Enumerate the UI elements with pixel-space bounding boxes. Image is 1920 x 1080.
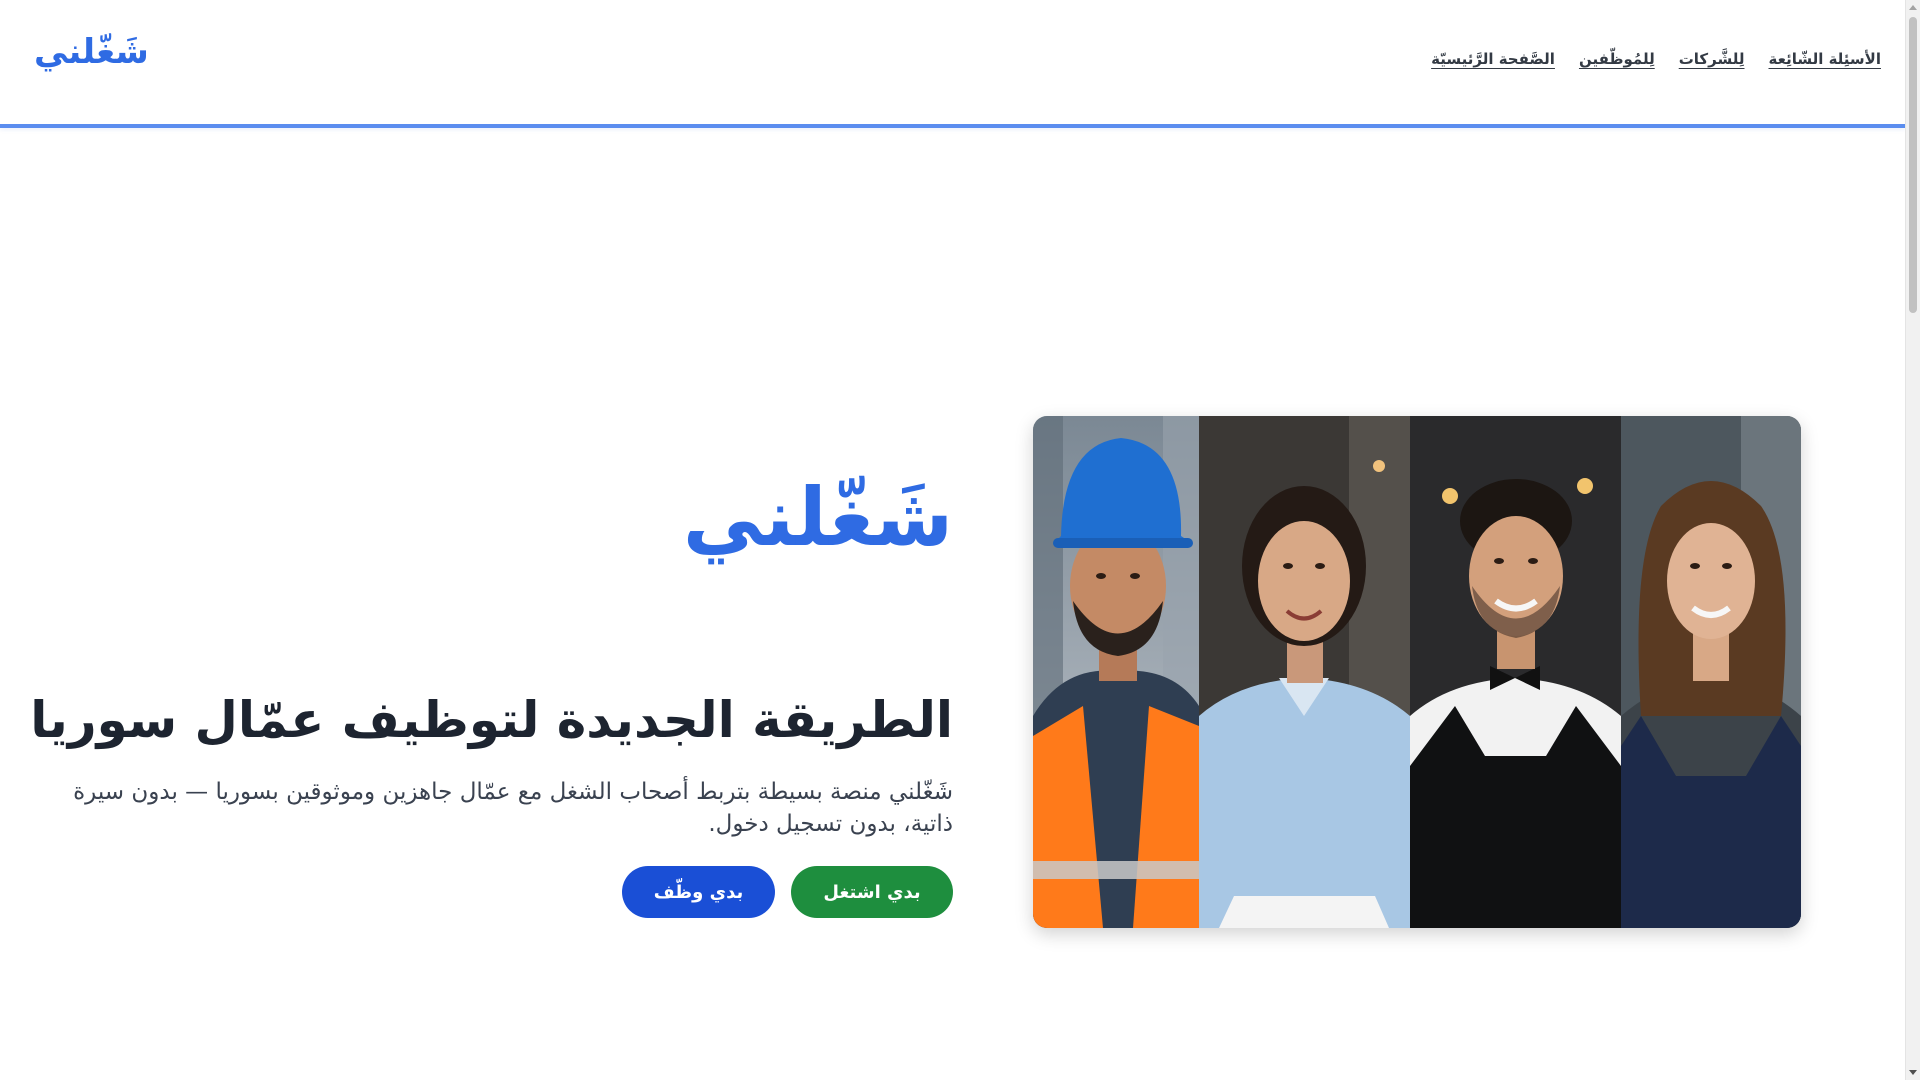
page: شَغّلني الصَّفحة الرَّئيسيّة لِلمُوظّفين…	[0, 0, 1920, 1080]
waiter-photo	[1410, 416, 1621, 928]
hero-title: الطريقة الجديدة لتوظيف عمّال سوريا	[30, 691, 953, 749]
main-nav: الصَّفحة الرَّئيسيّة لِلمُوظّفين لِلشَّر…	[1431, 50, 1881, 68]
hire-button[interactable]: بدي وظّف	[622, 866, 775, 918]
nav-link-faq[interactable]: الأسئِلة الشّائِعة	[1769, 50, 1882, 68]
hero-logo: شَغّلني	[682, 471, 953, 564]
housekeeper-photo	[1199, 416, 1410, 928]
hero-description: شَغّلني منصة بسيطة بتربط أصحاب الشغل مع …	[73, 779, 953, 837]
nav-link-companies[interactable]: لِلشَّركات	[1679, 50, 1745, 68]
construction-worker-photo	[1033, 416, 1199, 928]
scroll-up-icon[interactable]	[1909, 5, 1917, 10]
work-button[interactable]: بدي اشتغل	[791, 866, 953, 918]
barista-photo	[1621, 416, 1801, 928]
scrollbar[interactable]	[1905, 0, 1920, 1080]
scrollbar-thumb[interactable]	[1909, 17, 1917, 313]
nav-link-home[interactable]: الصَّفحة الرَّئيسيّة	[1431, 50, 1555, 68]
scroll-down-icon[interactable]	[1909, 1070, 1917, 1075]
hero-buttons: بدي اشتغل بدي وظّف	[622, 866, 953, 918]
page-content: شَغّلني الصَّفحة الرَّئيسيّة لِلمُوظّفين…	[0, 0, 1905, 1080]
site-header: شَغّلني الصَّفحة الرَّئيسيّة لِلمُوظّفين…	[0, 0, 1905, 128]
header-logo[interactable]: شَغّلني	[34, 32, 149, 73]
nav-link-employees[interactable]: لِلمُوظّفين	[1579, 50, 1655, 68]
workers-photo	[1033, 416, 1801, 928]
